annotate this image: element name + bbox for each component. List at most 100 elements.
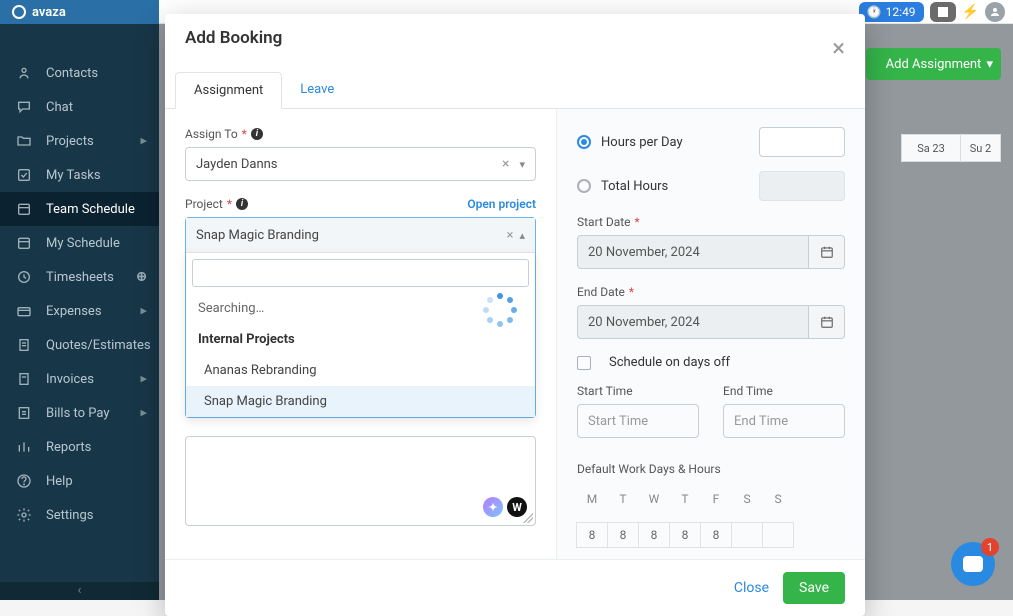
sidebar-item-expenses[interactable]: Expenses▸	[0, 294, 159, 328]
tab-leave[interactable]: Leave	[282, 72, 352, 108]
sidebar-item-label: Expenses	[46, 304, 102, 319]
sidebar-item-help[interactable]: Help	[0, 464, 159, 498]
calendar2-icon	[16, 235, 32, 251]
tab-assignment[interactable]: Assignment	[175, 72, 282, 109]
calendar-day-header: Su 2	[961, 134, 1001, 162]
chevron-right-icon: ▸	[140, 134, 147, 149]
notes-textarea[interactable]: ✦ W	[185, 436, 536, 526]
sidebar-item-label: Quotes/Estimates	[46, 338, 151, 353]
modal-tabs: Assignment Leave	[165, 72, 865, 109]
chevron-right-icon: ▸	[140, 372, 147, 387]
workday-headers: MTWTFSS	[577, 486, 845, 512]
chevron-up-icon[interactable]: ▴	[519, 229, 525, 242]
end-time-input[interactable]: End Time	[723, 404, 845, 438]
sidebar-item-label: Timesheets	[46, 270, 114, 285]
chat-icon	[16, 99, 32, 115]
dropdown-item[interactable]: Snap Magic Branding	[186, 386, 535, 417]
help-icon	[16, 473, 32, 489]
end-date-input[interactable]: 20 November, 2024	[577, 305, 809, 339]
chevron-down-icon[interactable]: ▾	[515, 158, 525, 171]
sidebar-item-label: Bills to Pay	[46, 406, 110, 421]
sidebar-item-timesheets[interactable]: Timesheets ⊕	[0, 260, 159, 294]
project-search-input[interactable]	[192, 259, 529, 287]
project-label: Project	[185, 197, 223, 211]
hours-per-day-radio[interactable]	[577, 135, 591, 149]
sidebar-item-contacts[interactable]: Contacts	[0, 56, 159, 90]
project-select-open[interactable]: Snap Magic Branding × ▴ Searching…	[185, 217, 536, 418]
hours-per-day-input[interactable]	[759, 127, 845, 157]
assign-to-select[interactable]: Jayden Danns × ▾	[185, 147, 536, 181]
end-date-picker-button[interactable]	[809, 305, 845, 339]
dropdown-group-header: Internal Projects	[186, 324, 535, 355]
sidebar-item-my-tasks[interactable]: My Tasks	[0, 158, 159, 192]
clock-icon	[16, 269, 32, 285]
workday-value[interactable]: 8	[700, 522, 732, 548]
sidebar-collapse[interactable]: ‹	[0, 582, 159, 600]
modal-close-button[interactable]: ×	[832, 34, 845, 62]
workday-value[interactable]	[731, 522, 763, 548]
save-button[interactable]: Save	[783, 572, 845, 604]
total-hours-label: Total Hours	[601, 179, 749, 194]
days-off-checkbox[interactable]	[577, 356, 591, 370]
clock-icon: 🕐	[867, 5, 882, 19]
sidebar-item-label: Reports	[46, 440, 91, 455]
bg-add-assignment-area: Add Assignment ▾	[866, 24, 1001, 100]
total-hours-radio[interactable]	[577, 179, 591, 193]
timer-pill[interactable]: 🕐 12:49	[859, 2, 924, 22]
start-date-picker-button[interactable]	[809, 235, 845, 269]
sidebar-item-team-schedule[interactable]: Team Schedule	[0, 192, 159, 226]
logo-bar[interactable]: avaza	[0, 0, 159, 24]
workday-value[interactable]	[762, 522, 794, 548]
brand-text: avaza	[32, 5, 66, 20]
timer-stop-button[interactable]	[930, 2, 956, 22]
bolt-icon[interactable]: ⚡	[962, 4, 979, 20]
info-icon[interactable]: i	[236, 198, 248, 210]
info-icon[interactable]: i	[251, 128, 263, 140]
workday-header: S	[731, 486, 763, 512]
gear-icon	[16, 507, 32, 523]
dropdown-item[interactable]: Ananas Rebranding	[186, 355, 535, 386]
add-assignment-button[interactable]: Add Assignment ▾	[866, 48, 1001, 80]
workday-value[interactable]: 8	[576, 522, 608, 548]
sidebar-item-reports[interactable]: Reports	[0, 430, 159, 464]
sidebar-item-bills-to-pay[interactable]: Bills to Pay ▸	[0, 396, 159, 430]
project-selected-row[interactable]: Snap Magic Branding × ▴	[186, 218, 535, 252]
sparkle-icon[interactable]: ✦	[483, 497, 503, 517]
start-time-input[interactable]: Start Time	[577, 404, 699, 438]
timer-value: 12:49	[886, 5, 916, 19]
chevron-right-icon: ▸	[140, 406, 147, 421]
clear-icon[interactable]: ×	[501, 228, 520, 243]
sidebar-item-invoices[interactable]: Invoices▸	[0, 362, 159, 396]
report-icon	[16, 439, 32, 455]
workday-value[interactable]: 8	[638, 522, 670, 548]
doc-icon	[16, 337, 32, 353]
workday-value[interactable]: 8	[669, 522, 701, 548]
modal-footer: Close Save	[165, 559, 865, 616]
sidebar-item-quotes-estimates[interactable]: Quotes/Estimates	[0, 328, 159, 362]
modal-right-column: Hours per Day Total Hours Start Date * 2…	[557, 109, 865, 559]
resize-handle-icon[interactable]	[523, 513, 533, 523]
user-avatar[interactable]	[985, 2, 1005, 22]
sidebar: avaza ContactsChatProjects▸ My Tasks Team …	[0, 0, 159, 600]
sidebar-item-label: My Tasks	[46, 168, 101, 183]
sidebar-item-settings[interactable]: Settings	[0, 498, 159, 532]
add-assignment-label: Add Assignment	[886, 57, 982, 72]
days-off-label: Schedule on days off	[609, 355, 730, 370]
calendar-icon	[820, 315, 834, 329]
sidebar-item-projects[interactable]: Projects▸	[0, 124, 159, 158]
workday-value[interactable]: 8	[607, 522, 639, 548]
open-project-link[interactable]: Open project	[467, 197, 536, 211]
sidebar-item-chat[interactable]: Chat	[0, 90, 159, 124]
start-time-label: Start Time	[577, 384, 699, 398]
loading-spinner-icon	[483, 293, 517, 327]
assign-to-label: Assign To * i	[185, 127, 536, 141]
modal-left-column: Assign To * i Jayden Danns × ▾ Project* …	[165, 109, 557, 559]
plus-icon[interactable]: ⊕	[136, 270, 147, 285]
intercom-chat-button[interactable]: 1	[951, 542, 995, 586]
clear-icon[interactable]: ×	[496, 156, 515, 172]
close-button[interactable]: Close	[734, 580, 769, 596]
calendar-header-fragment: Sa 23 Su 2	[901, 134, 1001, 162]
start-date-input[interactable]: 20 November, 2024	[577, 235, 809, 269]
sidebar-item-my-schedule[interactable]: My Schedule	[0, 226, 159, 260]
hours-per-day-label: Hours per Day	[601, 135, 749, 150]
